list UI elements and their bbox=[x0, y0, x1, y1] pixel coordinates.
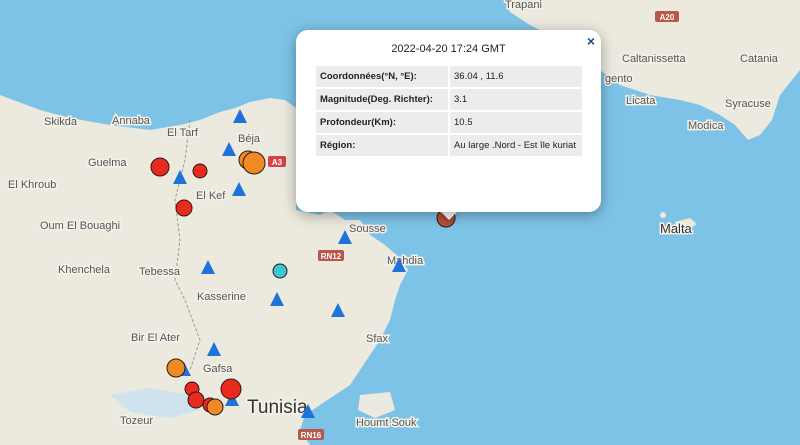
label-trapani: Trapani bbox=[505, 0, 542, 11]
label-sousse: Sousse bbox=[349, 223, 386, 235]
svg-text:A3: A3 bbox=[272, 158, 283, 167]
label-annaba: Annaba bbox=[112, 115, 151, 127]
svg-text:RN12: RN12 bbox=[321, 252, 342, 261]
label-el-kef: El Kef bbox=[196, 190, 226, 202]
popup-title: 2022-04-20 17:24 GMT bbox=[391, 43, 506, 55]
label-oum-el-bouaghi: Oum El Bouaghi bbox=[40, 220, 120, 232]
label-tozeur: Tozeur bbox=[120, 415, 153, 427]
earthquake-popup: × 2022-04-20 17:24 GMT Coordonnées(°N, °… bbox=[296, 30, 601, 212]
label-sfax: Sfax bbox=[366, 333, 389, 345]
label-khenchela: Khenchela bbox=[58, 264, 111, 276]
label-gento: gento bbox=[605, 73, 633, 85]
road-badge-rn12: RN12 bbox=[318, 250, 344, 261]
label-el-khroub: El Khroub bbox=[8, 179, 56, 191]
label-modica: Modica bbox=[688, 120, 724, 132]
row-value: Au large .Nord - Est île kuriat bbox=[450, 135, 582, 156]
row-label: Région: bbox=[316, 135, 448, 156]
label-el-tarf: El Tarf bbox=[167, 127, 199, 139]
label-kasserine: Kasserine bbox=[197, 291, 246, 303]
label-catania: Catania bbox=[740, 53, 779, 65]
earthquake-marker[interactable] bbox=[150, 157, 170, 177]
row-label: Coordonnées(°N, °E): bbox=[316, 66, 448, 87]
info-table: Coordonnées(°N, °E): 36.04 , 11.6 Magnitu… bbox=[314, 64, 584, 158]
earthquake-marker[interactable] bbox=[166, 358, 186, 378]
country-label-tunisia: Tunisia bbox=[247, 397, 308, 418]
close-icon[interactable]: × bbox=[587, 33, 595, 49]
earthquake-marker[interactable] bbox=[272, 263, 288, 279]
label-caltanissetta: Caltanissetta bbox=[622, 53, 686, 65]
label-gafsa: Gafsa bbox=[203, 363, 233, 375]
earthquake-marker[interactable] bbox=[175, 199, 193, 217]
label-houmt-souk: Houmt Souk bbox=[356, 417, 417, 429]
table-row: Coordonnées(°N, °E): 36.04 , 11.6 bbox=[316, 66, 582, 87]
label-skikda: Skikda bbox=[44, 116, 78, 128]
earthquake-marker[interactable] bbox=[187, 391, 205, 409]
road-badge-a20: A20 bbox=[655, 11, 679, 22]
road-badge-a3: A3 bbox=[268, 156, 286, 167]
label-licata: Licata bbox=[626, 95, 656, 107]
label-mahdia: Mahdia bbox=[387, 255, 424, 267]
table-row: Région: Au large .Nord - Est île kuriat bbox=[316, 135, 582, 156]
label-bir-el-ater: Bir El Ater bbox=[131, 332, 180, 344]
table-row: Magnitude(Deg. Richter): 3.1 bbox=[316, 89, 582, 110]
earthquake-marker[interactable] bbox=[206, 398, 224, 416]
road-badge-rn16: RN16 bbox=[298, 429, 324, 440]
label-syracuse: Syracuse bbox=[725, 98, 771, 110]
label-tebessa: Tebessa bbox=[139, 266, 181, 278]
svg-text:A20: A20 bbox=[660, 13, 675, 22]
earthquake-marker[interactable] bbox=[220, 378, 242, 400]
row-label: Magnitude(Deg. Richter): bbox=[316, 89, 448, 110]
label-guelma: Guelma bbox=[88, 157, 127, 169]
row-value: 10.5 bbox=[450, 112, 582, 133]
label-malta: Malta bbox=[660, 221, 693, 236]
table-row: Profondeur(Km): 10.5 bbox=[316, 112, 582, 133]
earthquake-marker[interactable] bbox=[242, 151, 266, 175]
row-value: 36.04 , 11.6 bbox=[450, 66, 582, 87]
gozo-island bbox=[660, 212, 666, 218]
label-beja: Béja bbox=[238, 133, 261, 145]
earthquake-marker[interactable] bbox=[192, 163, 208, 179]
row-value: 3.1 bbox=[450, 89, 582, 110]
row-label: Profondeur(Km): bbox=[316, 112, 448, 133]
svg-text:RN16: RN16 bbox=[301, 431, 322, 440]
